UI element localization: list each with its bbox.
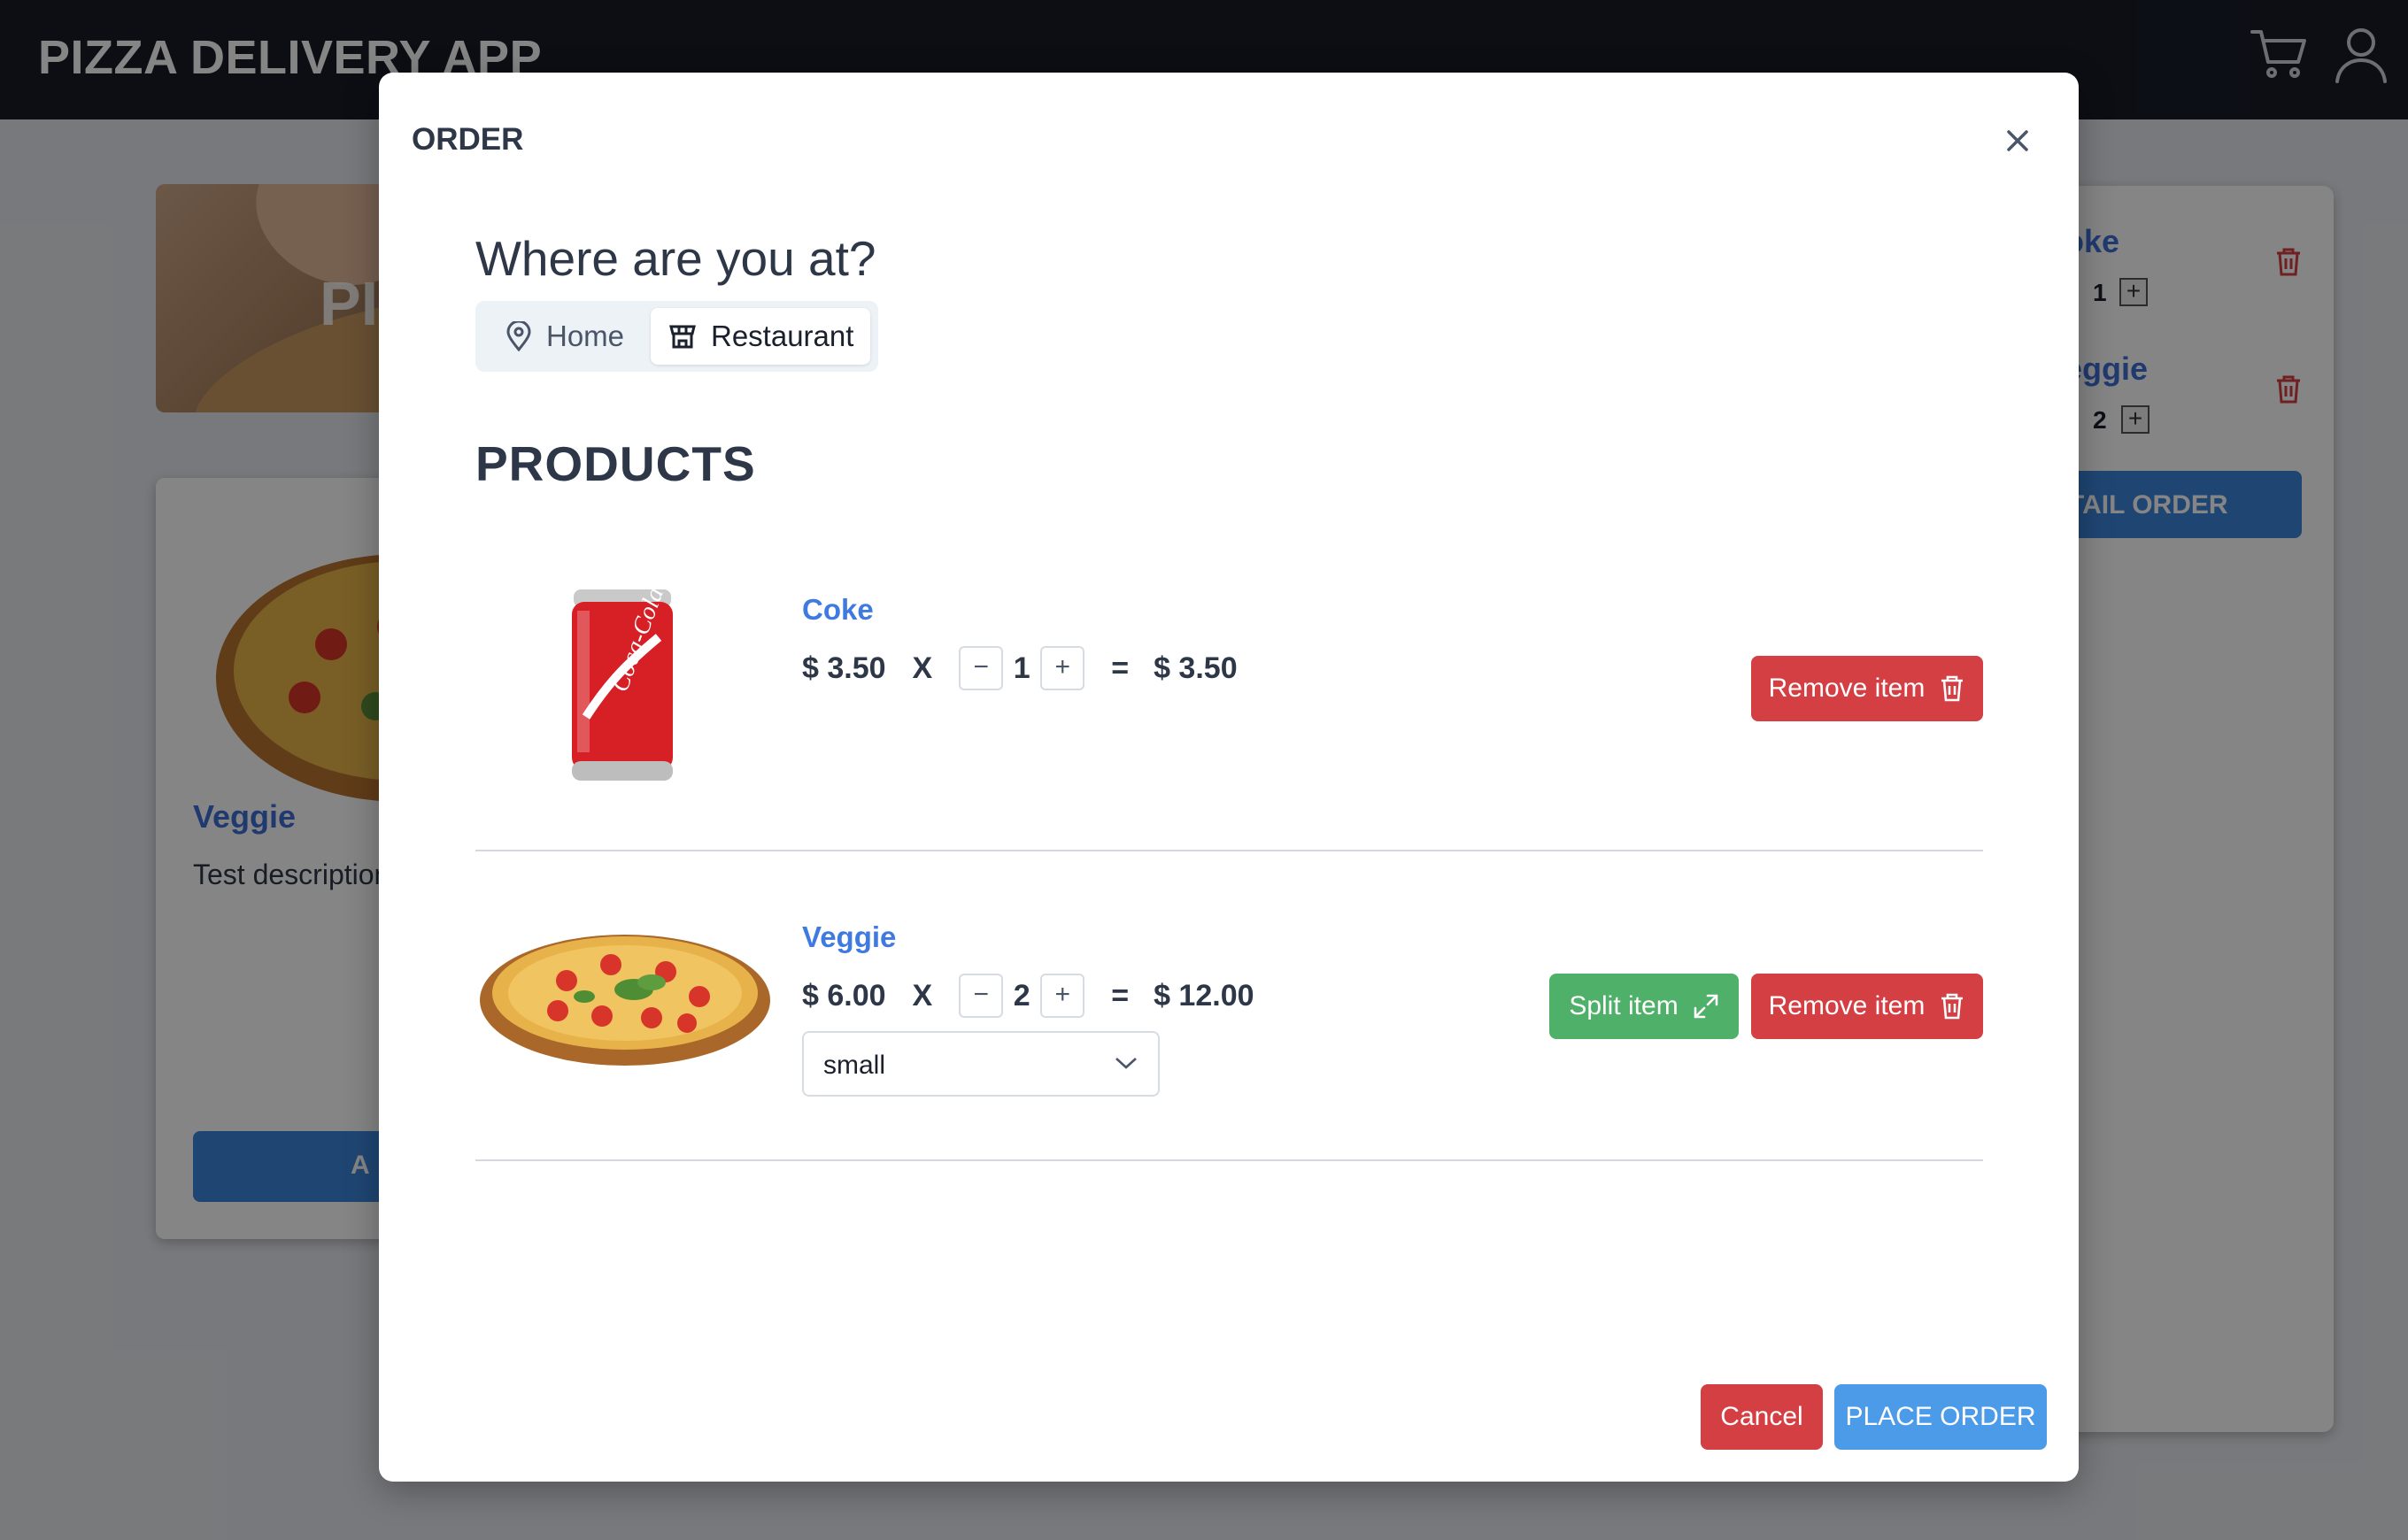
order-modal: ORDER Where are you at? Home Restaurant …: [379, 73, 2079, 1482]
expand-icon: [1694, 994, 1717, 1019]
remove-item-button[interactable]: Remove item: [1751, 974, 1983, 1039]
item-total: $ 12.00: [1154, 978, 1254, 1013]
price-line: $ 3.50 X − 1 + = $ 3.50: [802, 646, 1238, 690]
map-pin-icon: [506, 321, 531, 351]
coke-can-image: Coca-Cola: [572, 584, 673, 781]
size-select[interactable]: small: [802, 1031, 1160, 1097]
price-line: $ 6.00 X − 2 + = $ 12.00: [802, 974, 1254, 1018]
location-selector: Home Restaurant: [475, 301, 878, 372]
trash-icon: [1941, 993, 1964, 1020]
place-order-button[interactable]: PLACE ORDER: [1834, 1384, 2047, 1450]
times-symbol: X: [912, 651, 933, 685]
trash-icon: [1941, 675, 1964, 702]
increment-button[interactable]: +: [1040, 646, 1085, 690]
products-heading: PRODUCTS: [475, 436, 756, 491]
quantity-value: 1: [1013, 651, 1030, 685]
veggie-pizza-image: [480, 935, 770, 1066]
item-total: $ 3.50: [1154, 651, 1238, 685]
item-name: Veggie: [802, 920, 897, 953]
location-question: Where are you at?: [475, 231, 876, 286]
remove-item-label: Remove item: [1768, 674, 1926, 703]
size-select-value: small: [823, 1051, 886, 1080]
decrement-button[interactable]: −: [959, 646, 1004, 690]
item-name: Coke: [802, 593, 874, 626]
location-option-label: Restaurant: [711, 320, 854, 352]
decrement-button[interactable]: −: [959, 974, 1004, 1018]
times-symbol: X: [912, 978, 933, 1013]
cancel-button[interactable]: Cancel: [1701, 1384, 1823, 1450]
increment-button[interactable]: +: [1040, 974, 1085, 1018]
row-divider: [475, 850, 1983, 851]
location-option-home[interactable]: Home: [482, 308, 642, 365]
location-option-restaurant[interactable]: Restaurant: [651, 308, 870, 365]
row-divider: [475, 1159, 1983, 1161]
split-item-button[interactable]: Split item: [1549, 974, 1739, 1039]
store-icon: [669, 325, 696, 349]
modal-title: ORDER: [412, 122, 524, 157]
remove-item-label: Remove item: [1768, 991, 1926, 1020]
remove-item-button[interactable]: Remove item: [1751, 656, 1983, 721]
chevron-down-icon: [1115, 1058, 1137, 1069]
unit-price: $ 3.50: [802, 651, 886, 685]
equals-symbol: =: [1111, 978, 1130, 1013]
close-icon[interactable]: [1995, 119, 2040, 163]
quantity-value: 2: [1013, 978, 1030, 1013]
unit-price: $ 6.00: [802, 978, 886, 1013]
split-item-label: Split item: [1569, 991, 1679, 1020]
equals-symbol: =: [1111, 651, 1130, 685]
location-option-label: Home: [546, 320, 625, 352]
